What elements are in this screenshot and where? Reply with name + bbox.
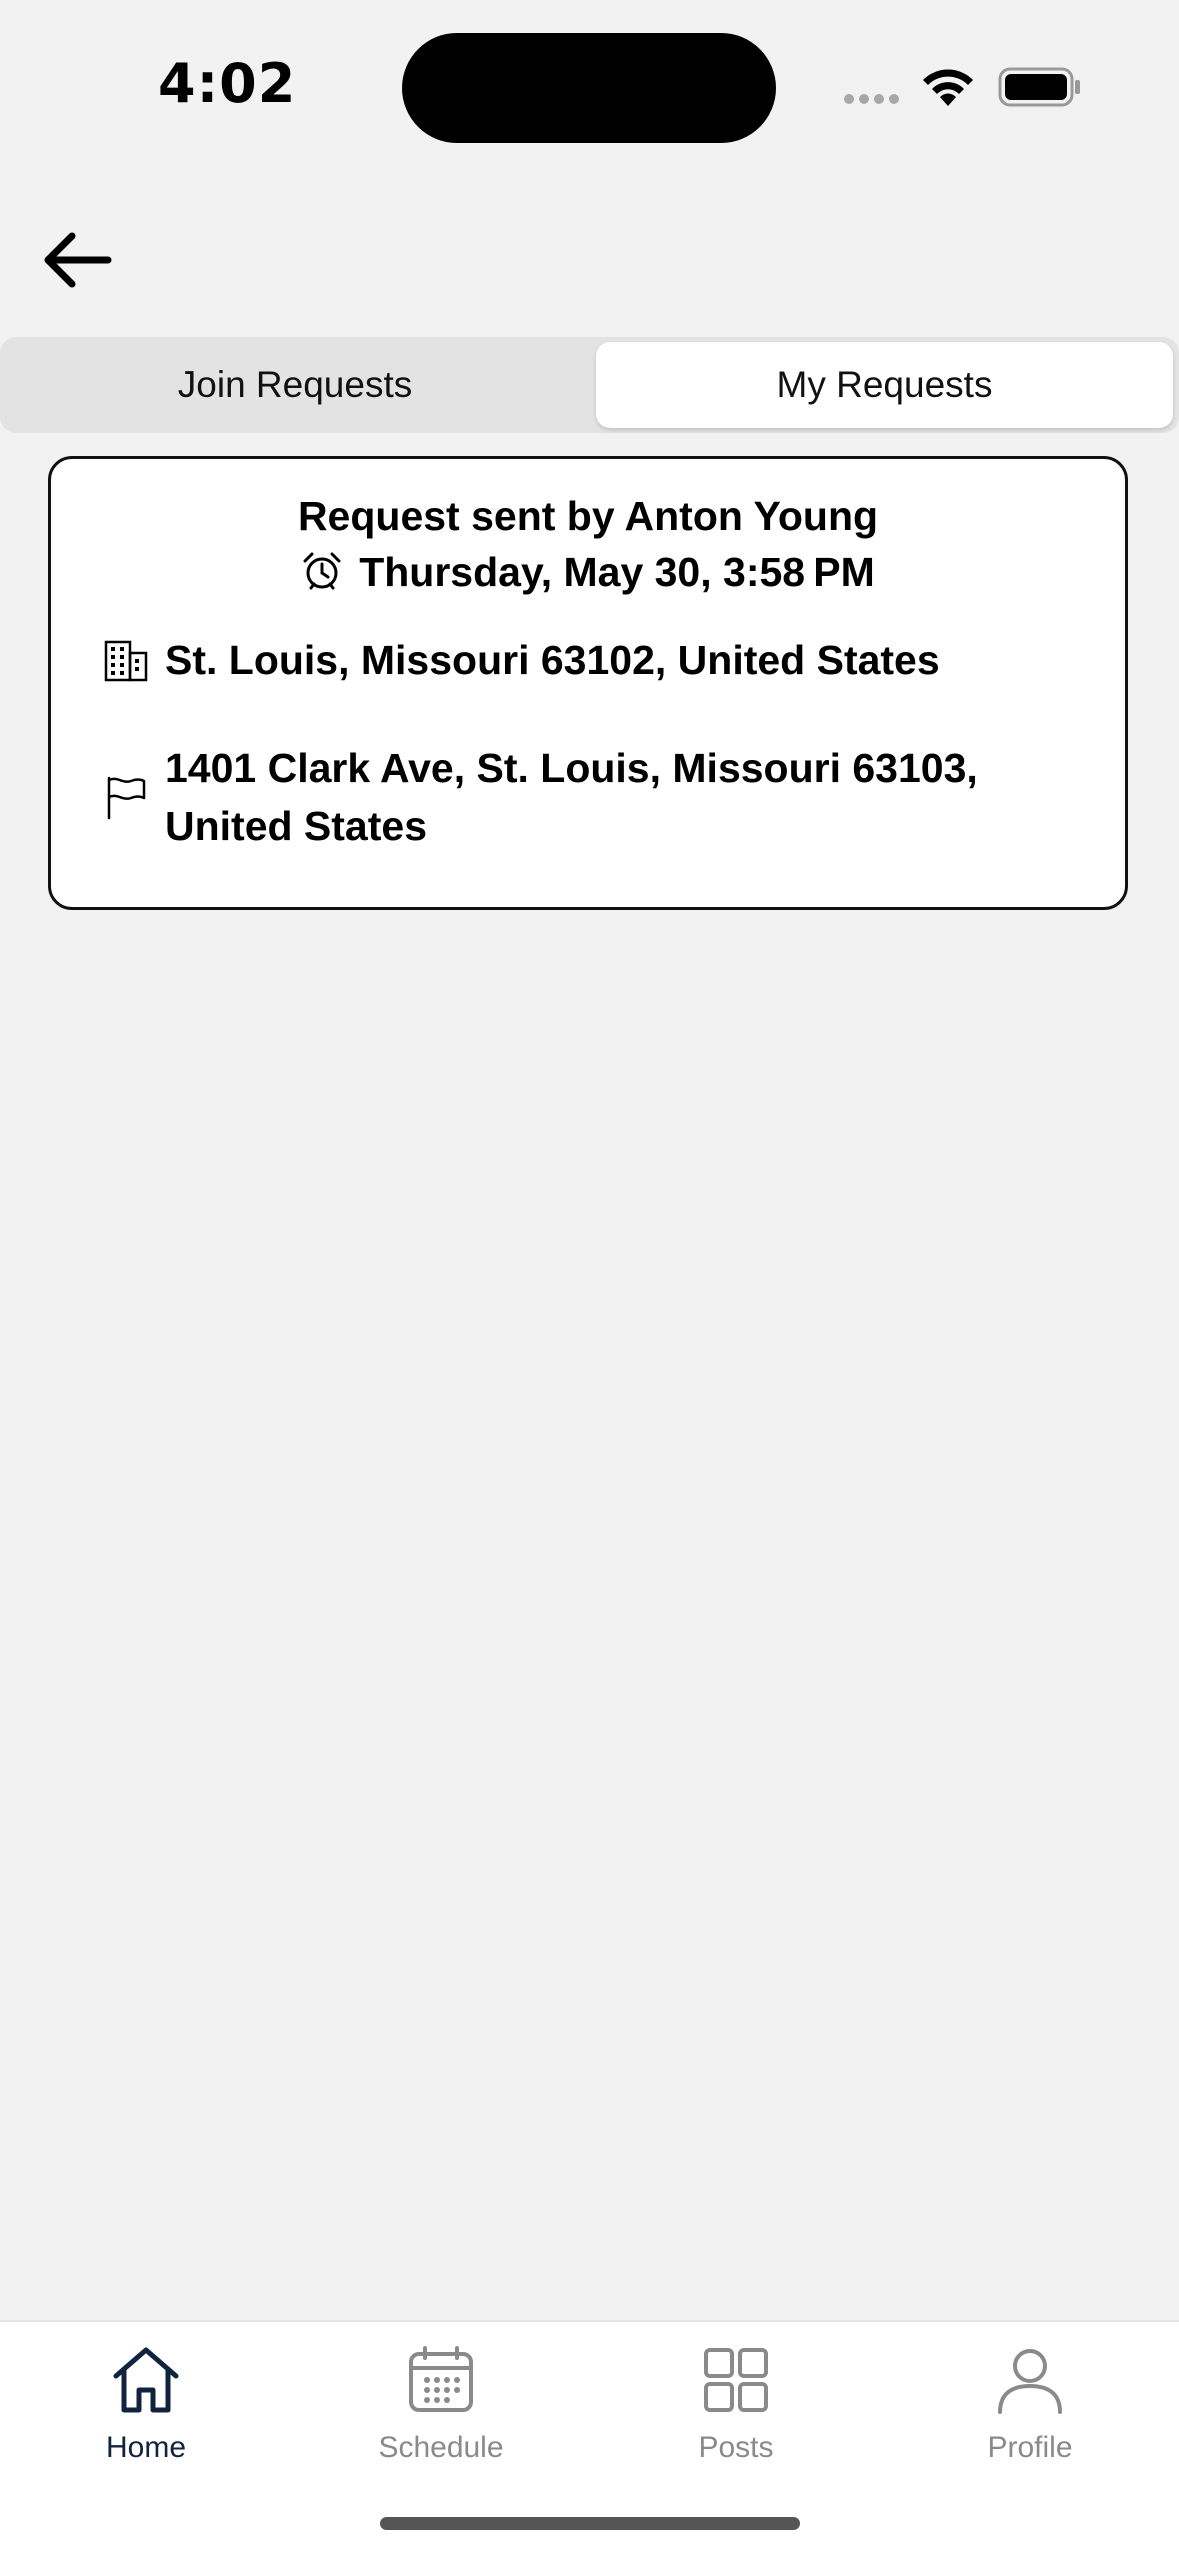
tab-home[interactable]: Home bbox=[46, 2342, 246, 2465]
person-icon bbox=[998, 2349, 1062, 2414]
tab-home-label: Home bbox=[105, 2431, 187, 2464]
home-icon bbox=[113, 2347, 179, 2413]
tab-schedule-label: Schedule bbox=[378, 2431, 504, 2464]
wifi-icon bbox=[923, 69, 973, 106]
request-type-segmented-control: Join Requests My Requests bbox=[0, 337, 1179, 433]
calendar-icon bbox=[409, 2346, 473, 2412]
building-icon bbox=[104, 640, 148, 682]
request-time: Thursday, May 30, 3:58 PM bbox=[359, 549, 875, 595]
origin-address: St. Louis, Missouri 63102, United States bbox=[165, 637, 940, 683]
status-bar: 4:02 bbox=[0, 0, 1179, 170]
tab-posts[interactable]: Posts bbox=[636, 2342, 836, 2465]
tab-profile-label: Profile bbox=[987, 2431, 1073, 2464]
status-time: 4:02 bbox=[158, 52, 297, 115]
destination-address: 1401 Clark Ave, St. Louis, Missouri 6310… bbox=[165, 745, 978, 849]
tab-schedule[interactable]: Schedule bbox=[341, 2342, 541, 2465]
grid-icon bbox=[704, 2348, 768, 2412]
request-card[interactable]: Request sent by Anton Young Thursday, Ma… bbox=[48, 456, 1128, 910]
tab-join-requests[interactable]: Join Requests bbox=[0, 337, 590, 433]
request-time-row: Thursday, May 30, 3:58 PM bbox=[51, 549, 1125, 596]
back-button[interactable] bbox=[38, 220, 118, 300]
origin-row: St. Louis, Missouri 63102, United States bbox=[103, 631, 940, 689]
cellular-signal-icon bbox=[844, 94, 904, 112]
tab-my-requests[interactable]: My Requests bbox=[596, 342, 1173, 428]
arrow-left-icon bbox=[44, 232, 112, 288]
home-indicator[interactable] bbox=[380, 2517, 800, 2530]
request-title: Request sent by Anton Young bbox=[297, 493, 879, 539]
destination-row: 1401 Clark Ave, St. Louis, Missouri 6310… bbox=[103, 739, 1063, 855]
tab-profile[interactable]: Profile bbox=[930, 2342, 1130, 2465]
tab-posts-label: Posts bbox=[698, 2431, 774, 2464]
flag-icon bbox=[107, 776, 146, 820]
dynamic-island bbox=[402, 33, 776, 143]
alarm-clock-icon bbox=[303, 552, 341, 590]
battery-icon bbox=[998, 67, 1080, 107]
